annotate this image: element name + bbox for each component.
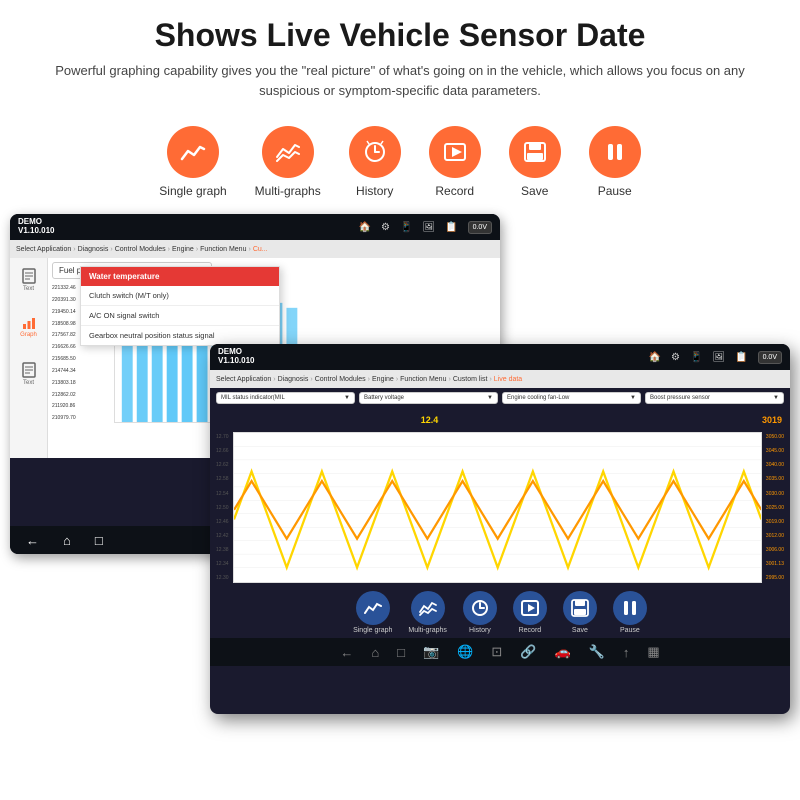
toolbar-multi-graphs-label: Multi-graphs — [408, 627, 447, 634]
icon-record: Record — [429, 126, 481, 198]
icon-pause: Pause — [589, 126, 641, 198]
front-chart-area: 12.70 12.66 12.62 12.58 12.54 12.50 12.4… — [210, 430, 790, 585]
image-icon[interactable]: 🖼 — [422, 222, 435, 233]
dropdown-item-3[interactable]: Gearbox neutral position status signal — [81, 326, 279, 345]
toolbar-pause[interactable]: Pause — [613, 591, 647, 634]
front-system-bar: ← ⌂ □ 📷 🌐 ⊡ 🔗 🚗 🔧 ↑ ▦ — [210, 638, 790, 666]
toolbar-pause-label: Pause — [620, 627, 640, 634]
link-sys-icon[interactable]: 🔗 — [520, 644, 536, 660]
multi-graphs-label: Multi-graphs — [255, 184, 321, 198]
front-chart-svg-container — [233, 432, 762, 583]
front-gear-icon[interactable]: ⚙ — [671, 352, 680, 363]
toolbar-save-icon — [563, 591, 597, 625]
dropdown-mil[interactable]: MIL status indicator(MIL▼ — [216, 392, 355, 404]
toolbar-multi-graphs[interactable]: Multi-graphs — [408, 591, 447, 634]
back-breadcrumb: Select Application › Diagnosis › Control… — [10, 240, 500, 258]
front-home-icon[interactable]: 🏠 — [649, 352, 661, 363]
back-device-topbar: DEMO V1.10.010 🏠 ⚙ 📱 🖼 📋 0.0V — [10, 214, 500, 240]
front-device-topbar: DEMO V1.10.010 🏠 ⚙ 📱 🖼 📋 0.0V — [210, 344, 790, 370]
toolbar-single-graph-icon — [356, 591, 390, 625]
car-sys-icon[interactable]: 🚗 — [555, 644, 571, 660]
toolbar-single-graph[interactable]: Single graph — [353, 591, 392, 634]
front-dropdowns: MIL status indicator(MIL▼ Battery voltag… — [210, 388, 790, 408]
wrench-sys-icon[interactable]: 🔧 — [589, 644, 605, 660]
toolbar-record-icon — [513, 591, 547, 625]
back-device-logo: DEMO V1.10.010 — [18, 218, 54, 236]
dropdown-boost[interactable]: Boost pressure sensor▼ — [645, 392, 784, 404]
dropdown-overlay: Water temperature Clutch switch (M/T onl… — [80, 266, 280, 346]
up-sys-icon[interactable]: ↑ — [623, 645, 630, 660]
toolbar-history[interactable]: History — [463, 591, 497, 634]
dropdown-header: Water temperature — [81, 267, 279, 286]
toolbar-single-graph-label: Single graph — [353, 627, 392, 634]
save-icon — [509, 126, 561, 178]
y-axis-left: 12.70 12.66 12.62 12.58 12.54 12.50 12.4… — [216, 432, 229, 583]
front-device: DEMO V1.10.010 🏠 ⚙ 📱 🖼 📋 0.0V Select App… — [210, 344, 790, 714]
dropdown-item-2[interactable]: A/C ON signal switch — [81, 306, 279, 326]
dropdown-cooling[interactable]: Engine cooling fan-Low▼ — [502, 392, 641, 404]
back-sys-icon[interactable]: ← — [340, 645, 353, 660]
boost-value: 3019 — [762, 415, 782, 425]
toolbar-record-label: Record — [519, 627, 542, 634]
toolbar-record[interactable]: Record — [513, 591, 547, 634]
back-text-icon2[interactable]: Text — [22, 362, 36, 386]
home-btn[interactable]: ⌂ — [63, 533, 71, 548]
screens-container: DEMO V1.10.010 🏠 ⚙ 📱 🖼 📋 0.0V Select App… — [10, 214, 790, 724]
grid-sys-icon[interactable]: ▦ — [647, 644, 659, 660]
front-bottom-toolbar: Single graph Multi-graphs — [210, 585, 790, 638]
square-btn[interactable]: □ — [95, 533, 103, 548]
save-label: Save — [521, 184, 548, 198]
single-graph-icon — [167, 126, 219, 178]
toolbar-history-label: History — [469, 627, 491, 634]
toolbar-save-label: Save — [572, 627, 588, 634]
dropdown-item-1[interactable]: Clutch switch (M/T only) — [81, 286, 279, 306]
subtitle: Powerful graphing capability gives you t… — [40, 61, 760, 100]
record-icon — [429, 126, 481, 178]
toolbar-pause-icon — [613, 591, 647, 625]
front-phone-icon[interactable]: 📱 — [690, 352, 702, 363]
voltage-badge: 0.0V — [468, 221, 492, 234]
chart-value-labels: 12.4 3019 — [210, 408, 790, 430]
history-label: History — [356, 184, 393, 198]
icon-multi-graphs: Multi-graphs — [255, 126, 321, 198]
back-device-nav: 🏠 ⚙ 📱 🖼 📋 0.0V — [359, 221, 492, 234]
record-label: Record — [435, 184, 474, 198]
toolbar-history-icon — [463, 591, 497, 625]
home-sys-icon[interactable]: ⌂ — [371, 645, 379, 660]
history-icon — [349, 126, 401, 178]
front-image-icon[interactable]: 🖼 — [712, 352, 725, 363]
camera-sys-icon[interactable]: 📷 — [423, 644, 439, 660]
front-voltage-badge: 0.0V — [758, 351, 782, 364]
sq-sys-icon[interactable]: □ — [397, 645, 405, 660]
main-title: Shows Live Vehicle Sensor Date — [40, 18, 760, 53]
globe-sys-icon[interactable]: 🌐 — [457, 644, 473, 660]
icon-history: History — [349, 126, 401, 198]
front-breadcrumb: Select Application › Diagnosis › Control… — [210, 370, 790, 388]
crop-sys-icon[interactable]: ⊡ — [491, 644, 502, 660]
single-graph-label: Single graph — [159, 184, 226, 198]
dropdown-battery[interactable]: Battery voltage▼ — [359, 392, 498, 404]
front-device-logo: DEMO V1.10.010 — [218, 348, 254, 366]
back-text-icon[interactable]: Text — [22, 268, 36, 292]
multi-graphs-icon — [262, 126, 314, 178]
tablet-icon[interactable]: 📋 — [445, 222, 457, 233]
pause-label: Pause — [598, 184, 632, 198]
back-btn[interactable]: ← — [26, 533, 39, 548]
header-section: Shows Live Vehicle Sensor Date Powerful … — [0, 0, 800, 110]
toolbar-save[interactable]: Save — [563, 591, 597, 634]
front-device-nav: 🏠 ⚙ 📱 🖼 📋 0.0V — [649, 351, 782, 364]
phone-icon[interactable]: 📱 — [400, 222, 412, 233]
toolbar-multi-graphs-icon — [411, 591, 445, 625]
feature-icons-row: Single graph Multi-graphs History — [0, 110, 800, 208]
icon-save: Save — [509, 126, 561, 198]
home-icon[interactable]: 🏠 — [359, 222, 371, 233]
gear-icon[interactable]: ⚙ — [381, 222, 390, 233]
y-axis-right: 3050.00 3045.00 3040.00 3035.00 3030.00 … — [766, 432, 784, 583]
icon-single-graph: Single graph — [159, 126, 226, 198]
pause-icon — [589, 126, 641, 178]
back-graph-icon[interactable]: Graph — [20, 316, 37, 338]
battery-value: 12.4 — [421, 415, 439, 425]
front-tablet-icon[interactable]: 📋 — [735, 352, 747, 363]
